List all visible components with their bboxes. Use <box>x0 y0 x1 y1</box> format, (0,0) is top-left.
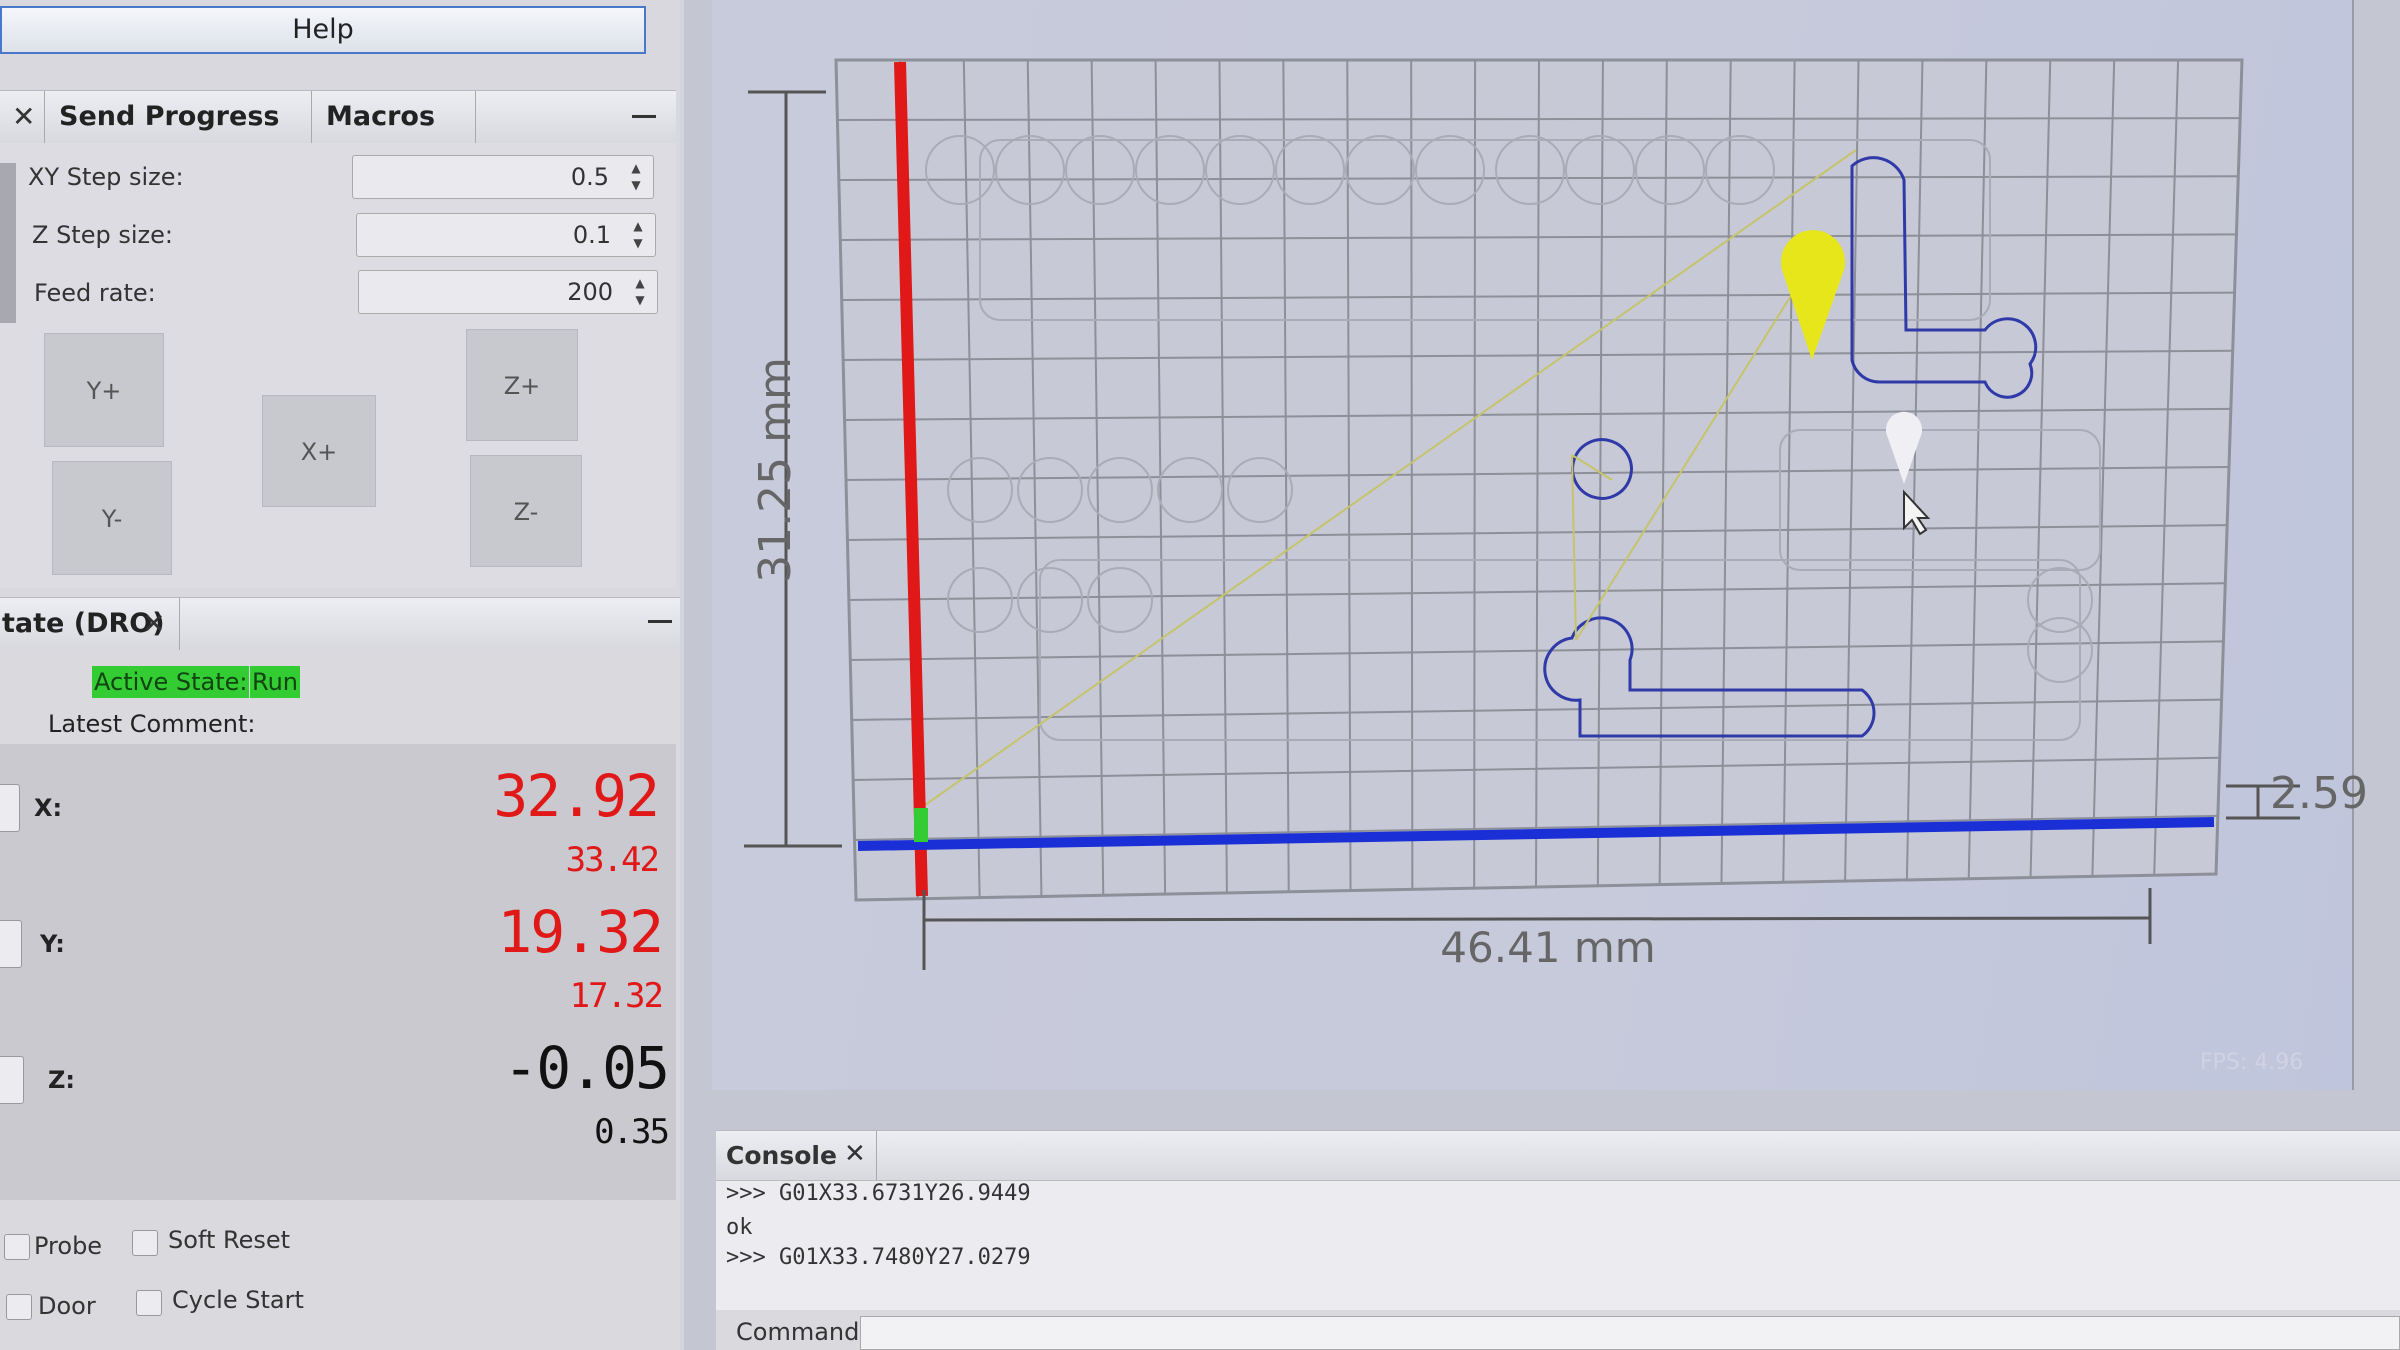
console-line: >>> G01X33.6731Y26.9449 <box>726 1181 1031 1206</box>
console-output[interactable]: >>> G01X33.6731Y26.9449 ok >>> G01X33.74… <box>716 1180 2400 1311</box>
tab-console[interactable]: Console ✕ <box>716 1131 877 1181</box>
console-line: ok <box>726 1215 753 1240</box>
close-icon[interactable]: ✕ <box>844 1139 866 1169</box>
origin-marker <box>914 808 928 842</box>
console-tabbar: Console ✕ <box>716 1130 2400 1181</box>
command-label: Command: <box>736 1318 868 1346</box>
fps-counter: FPS: 4.96 <box>2200 1050 2304 1075</box>
console-line: >>> G01X33.7480Y27.0279 <box>726 1245 1031 1270</box>
tab-console-label: Console <box>726 1141 837 1170</box>
x-dimension-label: 46.41 mm <box>1440 923 1655 972</box>
y-dimension-label: 31.25 mm <box>750 357 801 583</box>
z-dimension-label: 2.59 <box>2270 768 2368 819</box>
grid <box>834 58 2244 902</box>
command-input[interactable] <box>860 1316 2400 1350</box>
